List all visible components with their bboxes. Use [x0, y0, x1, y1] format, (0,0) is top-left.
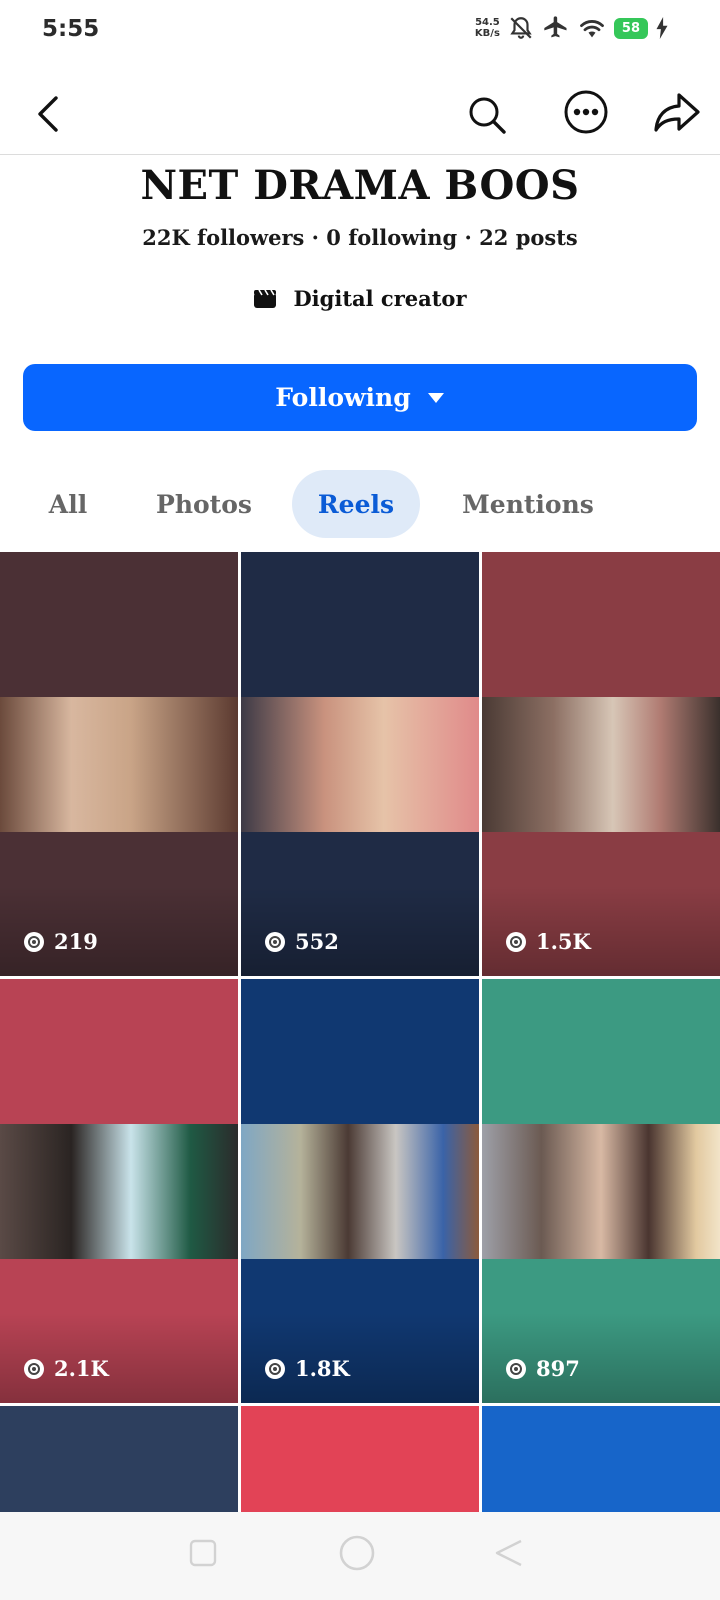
reel-views: 219 — [22, 929, 98, 954]
content-tabs: All Photos Reels Mentions — [0, 470, 720, 538]
net-speed-value: 54.5 — [475, 17, 500, 28]
system-nav-bar — [0, 1512, 720, 1600]
clapperboard-icon — [253, 289, 277, 309]
status-icons: 54.5 KB/s 58 — [475, 14, 668, 42]
reel-tile[interactable]: 897 — [482, 979, 720, 1403]
reel-thumbnail — [0, 1124, 238, 1259]
reel-tile[interactable]: 552 — [241, 552, 479, 976]
net-speed: 54.5 KB/s — [475, 17, 500, 39]
wifi-icon — [578, 16, 606, 40]
caret-down-icon — [427, 392, 445, 404]
tab-photos[interactable]: Photos — [140, 470, 268, 538]
reel-view-count: 2.1K — [54, 1356, 109, 1381]
tab-mentions[interactable]: Mentions — [446, 470, 610, 538]
search-icon[interactable] — [464, 92, 510, 138]
category-label: Digital creator — [293, 286, 467, 311]
reel-tile[interactable] — [482, 1406, 720, 1512]
reel-thumbnail — [241, 1124, 479, 1259]
eye-icon — [504, 930, 528, 954]
more-options-icon[interactable] — [562, 88, 610, 136]
eye-icon — [263, 930, 287, 954]
eye-icon — [22, 930, 46, 954]
reel-view-count: 1.8K — [295, 1356, 350, 1381]
battery-indicator: 58 — [613, 17, 648, 39]
reel-thumbnail — [0, 697, 238, 832]
reel-tile[interactable] — [241, 1406, 479, 1512]
reel-view-count: 897 — [536, 1356, 580, 1381]
reel-views: 2.1K — [22, 1356, 109, 1381]
reel-views: 1.5K — [504, 929, 591, 954]
following-label: Following — [275, 383, 411, 412]
net-speed-unit: KB/s — [474, 28, 500, 39]
page-title: NET DRAMA BOOS — [140, 162, 580, 209]
bell-muted-icon — [508, 15, 534, 41]
eye-icon — [504, 1357, 528, 1381]
eye-icon — [263, 1357, 287, 1381]
tab-all[interactable]: All — [24, 470, 112, 538]
status-bar: 5:55 54.5 KB/s 58 — [0, 0, 720, 62]
reel-tile[interactable]: 219 — [0, 552, 238, 976]
reel-views: 897 — [504, 1356, 580, 1381]
profile-stats[interactable]: 22K followers · 0 following · 22 posts — [0, 225, 720, 250]
back-nav-icon[interactable] — [494, 1538, 524, 1572]
reel-tile[interactable]: 1.8K — [241, 979, 479, 1403]
profile-category: Digital creator — [0, 286, 720, 311]
reel-view-count: 1.5K — [536, 929, 591, 954]
eye-icon — [22, 1357, 46, 1381]
reel-thumbnail — [241, 697, 479, 832]
reel-tile[interactable]: 2.1K — [0, 979, 238, 1403]
reel-view-count: 552 — [295, 929, 339, 954]
reel-thumbnail — [482, 1124, 720, 1259]
top-bar — [0, 74, 720, 155]
recents-icon[interactable] — [188, 1538, 218, 1572]
reel-view-count: 219 — [54, 929, 98, 954]
reel-tile[interactable]: 1.5K — [482, 552, 720, 976]
charging-icon — [656, 17, 668, 39]
reel-views: 552 — [263, 929, 339, 954]
status-time: 5:55 — [42, 16, 100, 42]
reel-thumbnail — [482, 697, 720, 832]
tab-reels[interactable]: Reels — [292, 470, 420, 538]
airplane-icon — [542, 14, 570, 42]
share-icon[interactable] — [652, 88, 702, 138]
reel-views: 1.8K — [263, 1356, 350, 1381]
home-icon[interactable] — [338, 1534, 376, 1576]
back-arrow-icon[interactable] — [28, 92, 68, 136]
reel-tile[interactable] — [0, 1406, 238, 1512]
following-button[interactable]: Following — [23, 364, 697, 431]
